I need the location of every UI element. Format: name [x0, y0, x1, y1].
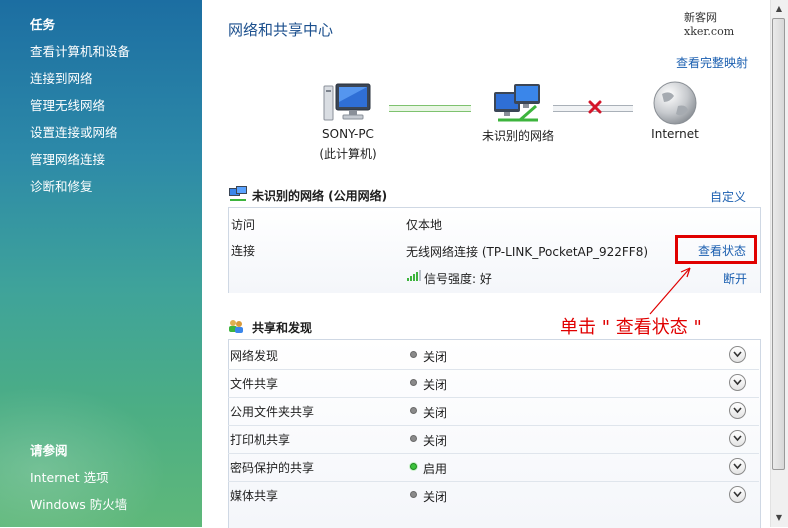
no-connection-x-icon: [588, 100, 602, 114]
row-separator: [228, 425, 759, 426]
expand-chevron-icon[interactable]: [729, 430, 746, 447]
sharing-icon: [228, 318, 244, 334]
status-indicator-icon: [410, 379, 417, 386]
sharing-row-label: 密码保护的共享: [230, 461, 315, 475]
task-view-computers[interactable]: 查看计算机和设备: [30, 41, 130, 60]
see-also-heading: 请参阅: [30, 443, 68, 458]
access-value: 仅本地: [406, 218, 443, 232]
sharing-row-status: 关闭: [423, 490, 448, 504]
expand-chevron-icon[interactable]: [729, 486, 746, 503]
sharing-row-label: 公用文件夹共享: [230, 405, 315, 419]
access-label: 访问: [231, 218, 256, 232]
sharing-row-status: 启用: [423, 462, 448, 476]
annotation-arrow-icon: [649, 267, 691, 315]
status-indicator-icon: [410, 407, 417, 414]
disconnect-link[interactable]: 断开: [723, 270, 747, 287]
row-separator: [228, 369, 759, 370]
sharing-row-label: 文件共享: [230, 377, 279, 391]
expand-chevron-icon[interactable]: [729, 458, 746, 475]
row-separator: [228, 397, 759, 398]
connection-line-left: [389, 105, 471, 112]
signal-strength-label: 信号强度: 好: [424, 272, 492, 286]
see-also-windows-firewall[interactable]: Windows 防火墙: [30, 494, 127, 513]
computer-name-label: SONY-PC: [322, 127, 374, 141]
task-connect-network[interactable]: 连接到网络: [30, 68, 93, 87]
task-manage-wireless[interactable]: 管理无线网络: [30, 95, 105, 114]
network-icon[interactable]: [490, 80, 546, 124]
status-indicator-icon: [410, 435, 417, 442]
sharing-row-status: 关闭: [423, 378, 448, 392]
computer-sub-label: (此计算机): [319, 147, 377, 161]
task-manage-connections[interactable]: 管理网络连接: [30, 149, 105, 168]
tasks-heading: 任务: [30, 17, 56, 32]
expand-chevron-icon[interactable]: [729, 346, 746, 363]
scrollbar-thumb[interactable]: [772, 18, 785, 470]
see-also-internet-options[interactable]: Internet 选项: [30, 467, 109, 486]
status-indicator-icon: [410, 491, 417, 498]
expand-chevron-icon[interactable]: [729, 374, 746, 391]
internet-globe-icon[interactable]: [652, 80, 698, 126]
internet-label: Internet: [651, 127, 699, 141]
annotation-text: 单击 " 查看状态 ": [560, 317, 702, 338]
sharing-row-status: 关闭: [423, 434, 448, 448]
view-full-map-link[interactable]: 查看完整映射: [676, 54, 748, 71]
sharing-row-label: 打印机共享: [230, 433, 291, 447]
scroll-down-icon[interactable]: ▼: [773, 512, 785, 524]
connection-value: 无线网络连接 (TP-LINK_PocketAP_922FF8): [406, 245, 649, 259]
network-small-icon: [228, 185, 248, 203]
customize-link[interactable]: 自定义: [710, 188, 746, 205]
sharing-row-status: 关闭: [423, 406, 448, 420]
watermark-text: 新客网 xker.com: [684, 11, 735, 38]
status-indicator-on-icon: [410, 463, 417, 470]
sharing-box: [228, 339, 761, 528]
status-indicator-icon: [410, 351, 417, 358]
network-heading: 未识别的网络 (公用网络): [252, 189, 388, 203]
page-title: 网络和共享中心: [228, 21, 334, 39]
sharing-row-label: 网络发现: [230, 349, 279, 363]
row-separator: [228, 453, 759, 454]
scroll-up-icon[interactable]: ▲: [773, 3, 785, 15]
sharing-heading: 共享和发现: [252, 321, 313, 335]
task-pane: 任务 查看计算机和设备 连接到网络 管理无线网络 设置连接或网络 管理网络连接 …: [0, 0, 202, 527]
sharing-row-label: 媒体共享: [230, 489, 279, 503]
task-setup-connection[interactable]: 设置连接或网络: [30, 122, 118, 141]
network-name-label: 未识别的网络: [481, 129, 554, 143]
sharing-row-status: 关闭: [423, 350, 448, 364]
task-diagnose-repair[interactable]: 诊断和修复: [30, 176, 93, 195]
annotation-highlight-box: [675, 235, 757, 264]
row-separator: [228, 481, 759, 482]
signal-strength-icon: [407, 269, 421, 281]
expand-chevron-icon[interactable]: [729, 402, 746, 419]
computer-icon[interactable]: [322, 80, 374, 124]
connection-label: 连接: [231, 244, 256, 258]
